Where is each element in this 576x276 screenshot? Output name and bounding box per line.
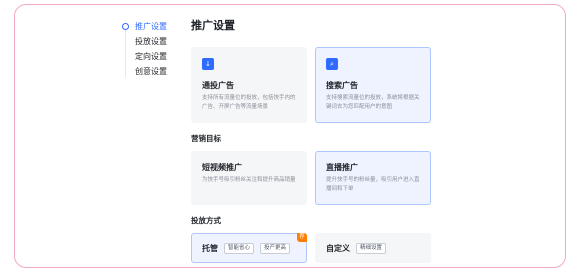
delivery-method-options: 托管 智能省心 投产更高 荐 自定义 精细设置 <box>191 233 551 263</box>
promotion-type-options: ↓ 通投广告 支持所有流量位的投放，包括快手内的广告、开屏广告等流量场景 ⌕ 搜… <box>191 47 551 123</box>
card-title: 短视频推广 <box>202 163 242 172</box>
card-title: 直播推广 <box>326 163 358 172</box>
sidebar-item-targeting-settings[interactable]: 定向设置 <box>111 49 171 64</box>
tag-smart: 智能省心 <box>224 242 255 254</box>
goal-card-live-stream[interactable]: 直播推广 提升快手号的粉丝量，吸引用户进入直播间和下单 <box>315 151 431 205</box>
sidebar-item-promotion-settings[interactable]: 推广设置 <box>111 19 171 34</box>
sidebar-item-delivery-settings[interactable]: 投放设置 <box>111 34 171 49</box>
card-description: 支持搜索流量位的投放，系统将根据关键词去为您匹配用户的意图 <box>326 95 420 110</box>
card-description: 为快手号吸引粉丝关注和提升商品销量 <box>202 177 296 183</box>
card-title: 自定义 <box>326 243 350 253</box>
promotion-card-search[interactable]: ⌕ 搜索广告 支持搜索流量位的投放，系统将根据关键词去为您匹配用户的意图 <box>315 47 431 123</box>
page-title: 推广设置 <box>191 19 235 32</box>
promotion-card-general[interactable]: ↓ 通投广告 支持所有流量位的投放，包括快手内的广告、开屏广告等流量场景 <box>191 47 307 123</box>
sidebar-item-label: 推广设置 <box>135 22 167 31</box>
sidebar-nav: 推广设置 投放设置 定向设置 创意设置 <box>111 19 171 79</box>
section-title-delivery-method: 投放方式 <box>191 216 221 225</box>
card-description: 提升快手号的粉丝量，吸引用户进入直播间和下单 <box>326 177 420 192</box>
tag-higher-roi: 投产更高 <box>260 242 291 254</box>
sidebar-item-label: 创意设置 <box>135 67 167 76</box>
card-title: 托管 <box>202 243 218 253</box>
delivery-card-managed[interactable]: 托管 智能省心 投产更高 荐 <box>191 233 307 263</box>
delivery-card-custom[interactable]: 自定义 精细设置 <box>315 233 431 263</box>
marketing-goal-options: 短视频推广 为快手号吸引粉丝关注和提升商品销量 直播推广 提升快手号的粉丝量，吸… <box>191 151 551 205</box>
sidebar-item-creative-settings[interactable]: 创意设置 <box>111 64 171 79</box>
recommend-badge: 荐 <box>297 233 307 242</box>
goal-card-short-video[interactable]: 短视频推广 为快手号吸引粉丝关注和提升商品销量 <box>191 151 307 205</box>
download-icon: ↓ <box>202 58 214 70</box>
section-title-marketing-goal: 营销目标 <box>191 134 221 143</box>
sidebar-item-label: 定向设置 <box>135 52 167 61</box>
card-title: 通投广告 <box>202 81 234 90</box>
search-icon: ⌕ <box>326 58 338 70</box>
settings-panel: 推广设置 投放设置 定向设置 创意设置 推广设置 ↓ 通投广告 支持所有流量位的… <box>14 4 566 268</box>
card-description: 支持所有流量位的投放，包括快手内的广告、开屏广告等流量场景 <box>202 95 296 110</box>
active-dot-icon <box>122 23 129 30</box>
main-content: 推广设置 ↓ 通投广告 支持所有流量位的投放，包括快手内的广告、开屏广告等流量场… <box>191 17 551 263</box>
tag-fine-settings: 精细设置 <box>356 242 387 254</box>
card-title: 搜索广告 <box>326 81 358 90</box>
sidebar-item-label: 投放设置 <box>135 37 167 46</box>
